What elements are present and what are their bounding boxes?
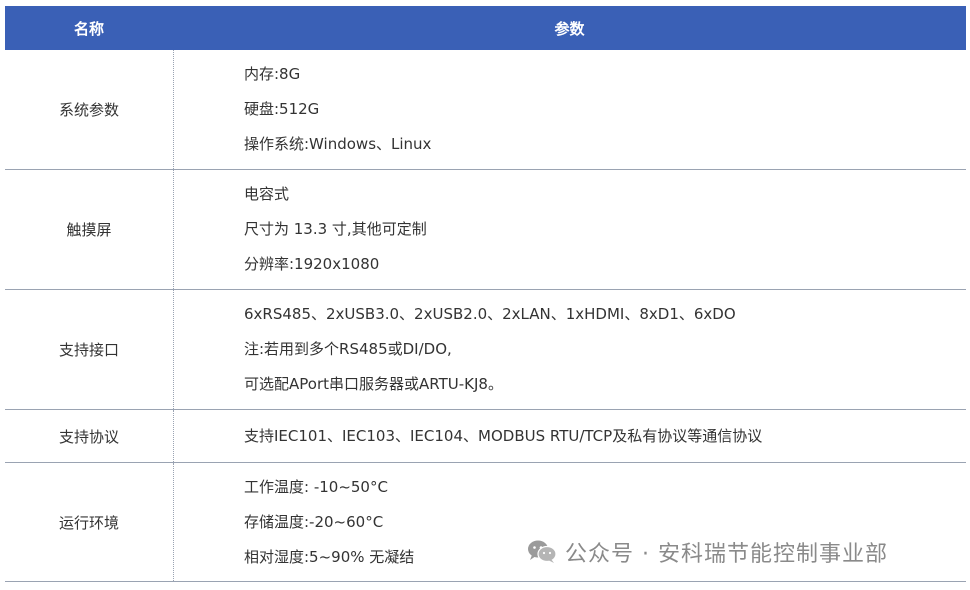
param-line: 操作系统:Windows、Linux bbox=[244, 135, 432, 153]
param-line: 工作温度: -10~50°C bbox=[244, 477, 388, 496]
param-line: 6xRS485、2xUSB3.0、2xUSB2.0、2xLAN、1xHDMI、8… bbox=[244, 305, 736, 323]
spec-table: 名称 参数 系统参数 内存:8G 硬盘:512G 操作系统:Windows、Li… bbox=[5, 6, 966, 582]
param-line: 尺寸为 13.3 寸,其他可定制 bbox=[244, 220, 427, 238]
watermark-text: 公众号 · 安科瑞节能控制事业部 bbox=[565, 542, 888, 567]
table-header: 名称 参数 bbox=[5, 6, 966, 50]
param-line: 硬盘:512G bbox=[244, 100, 320, 118]
row-name: 支持协议 bbox=[5, 410, 174, 462]
header-params: 参数 bbox=[554, 19, 585, 38]
param-line: 可选配APort串口服务器或ARTU-KJ8。 bbox=[244, 375, 503, 393]
row-name: 触摸屏 bbox=[5, 170, 174, 289]
param-line: 存储温度:-20~60°C bbox=[244, 512, 384, 531]
param-line: 分辨率:1920x1080 bbox=[244, 255, 380, 273]
row-params: 6xRS485、2xUSB3.0、2xUSB2.0、2xLAN、1xHDMI、8… bbox=[174, 290, 966, 409]
param-line: 电容式 bbox=[244, 185, 290, 203]
param-line: 注:若用到多个RS485或DI/DO, bbox=[244, 340, 452, 358]
wechat-icon bbox=[527, 539, 557, 565]
table-row: 触摸屏 电容式 尺寸为 13.3 寸,其他可定制 分辨率:1920x1080 bbox=[5, 170, 966, 290]
param-line: 内存:8G bbox=[244, 65, 301, 83]
param-line: 支持IEC101、IEC103、IEC104、MODBUS RTU/TCP及私有… bbox=[244, 426, 763, 445]
table-row: 支持接口 6xRS485、2xUSB3.0、2xUSB2.0、2xLAN、1xH… bbox=[5, 290, 966, 410]
row-params: 支持IEC101、IEC103、IEC104、MODBUS RTU/TCP及私有… bbox=[174, 410, 966, 462]
header-name: 名称 bbox=[73, 19, 104, 38]
row-name: 支持接口 bbox=[5, 290, 174, 409]
row-name: 运行环境 bbox=[5, 463, 174, 581]
watermark: 公众号 · 安科瑞节能控制事业部 bbox=[527, 536, 888, 568]
row-params: 电容式 尺寸为 13.3 寸,其他可定制 分辨率:1920x1080 bbox=[174, 170, 966, 289]
table-row: 系统参数 内存:8G 硬盘:512G 操作系统:Windows、Linux bbox=[5, 50, 966, 170]
table-row: 支持协议 支持IEC101、IEC103、IEC104、MODBUS RTU/T… bbox=[5, 410, 966, 463]
row-params: 内存:8G 硬盘:512G 操作系统:Windows、Linux bbox=[174, 50, 966, 169]
row-name: 系统参数 bbox=[5, 50, 174, 169]
